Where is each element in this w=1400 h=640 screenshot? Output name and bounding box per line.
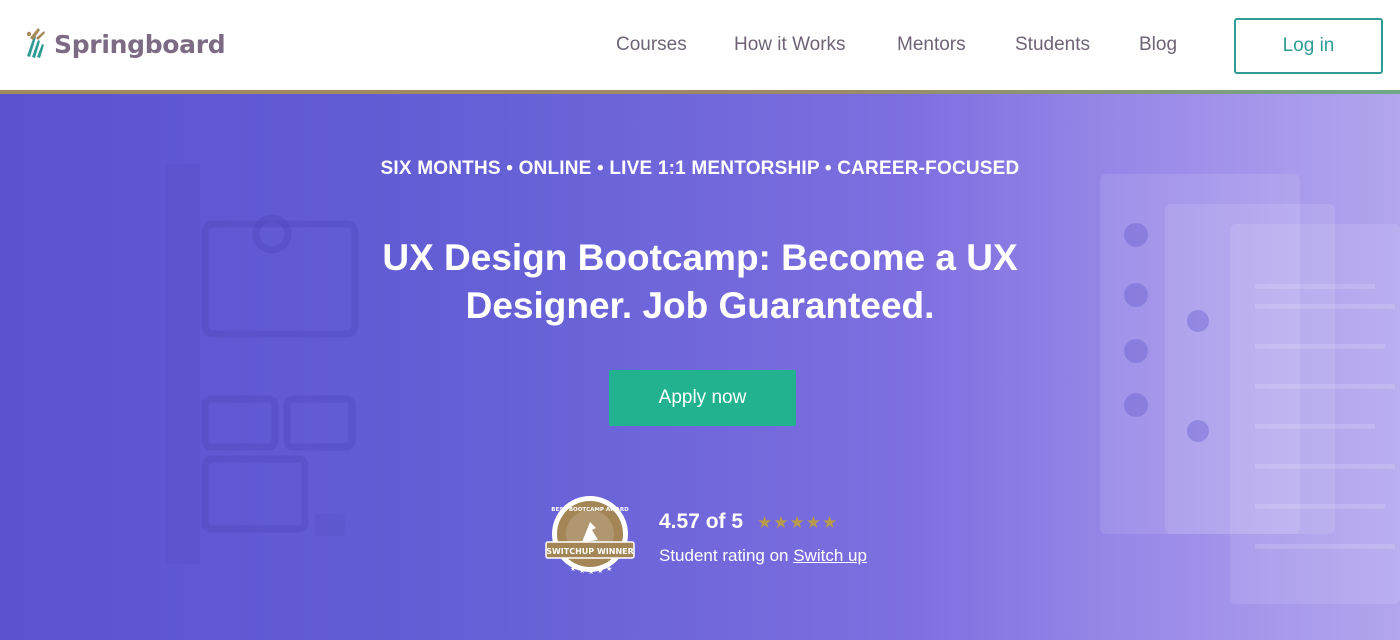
rating-source-prefix: Student rating on — [659, 546, 794, 565]
switchup-link[interactable]: Switch up — [793, 546, 867, 565]
nav-item-how-it-works[interactable]: How it Works — [734, 34, 846, 56]
nav-item-mentors[interactable]: Mentors — [897, 34, 966, 56]
switchup-award-badge: SWITCHUP WINNER BEST BOOTCAMP AWARD ★ ★ … — [545, 496, 635, 576]
rating-source: Student rating on Switch up — [659, 546, 867, 566]
rating-value: 4.57 of 5 — [659, 510, 744, 533]
star-icon: ★ — [757, 512, 773, 532]
nav-item-blog[interactable]: Blog — [1139, 34, 1177, 56]
badge-ribbon-text: SWITCHUP WINNER — [546, 547, 634, 556]
hero-eyebrow: SIX MONTHS • ONLINE • LIVE 1:1 MENTORSHI… — [380, 158, 1020, 179]
svg-text:★: ★ — [579, 567, 585, 575]
svg-text:★: ★ — [597, 567, 603, 575]
nav-item-courses[interactable]: Courses — [616, 34, 687, 56]
star-icon: ★ — [789, 512, 805, 532]
svg-text:★: ★ — [606, 565, 612, 573]
rating-summary: 4.57 of 5 ★ ★ ★ ★ ★ — [659, 510, 837, 534]
apply-now-button[interactable]: Apply now — [609, 370, 796, 426]
star-icon: ★ — [773, 512, 789, 532]
login-button[interactable]: Log in — [1234, 18, 1383, 74]
star-icon: ★ — [822, 512, 838, 532]
nav-item-students[interactable]: Students — [1015, 34, 1090, 56]
svg-text:★: ★ — [588, 568, 594, 576]
svg-text:★: ★ — [570, 565, 576, 573]
rating-stars: ★ ★ ★ ★ ★ — [757, 514, 837, 531]
main-nav: Courses How it Works Mentors Students Bl… — [0, 0, 1400, 90]
star-icon: ★ — [805, 512, 822, 532]
hero-headline: UX Design Bootcamp: Become a UX Designer… — [382, 237, 1018, 326]
badge-top-text: BEST BOOTCAMP AWARD — [551, 507, 629, 513]
hero-section: SIX MONTHS • ONLINE • LIVE 1:1 MENTORSHI… — [0, 94, 1400, 640]
site-header: Springboard Courses How it Works Mentors… — [0, 0, 1400, 90]
